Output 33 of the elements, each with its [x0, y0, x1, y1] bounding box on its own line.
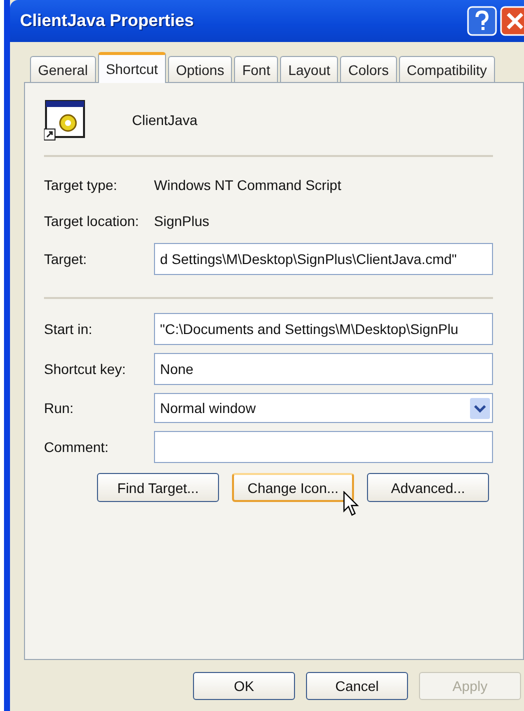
input-field[interactable]	[154, 431, 493, 463]
input-field[interactable]: None	[154, 353, 493, 385]
field-value: SignPlus	[154, 213, 210, 229]
help-icon[interactable]	[467, 6, 497, 36]
field-value: Windows NT Command Script	[154, 177, 342, 193]
field-label: Target type:	[44, 177, 118, 193]
shortcut-name: ClientJava	[132, 112, 198, 128]
close-icon[interactable]	[500, 6, 524, 36]
tab[interactable]: Layout	[280, 56, 338, 82]
cursor-icon	[343, 491, 359, 517]
field-label: Start in:	[44, 321, 94, 337]
field-label: Target location:	[44, 213, 140, 229]
chevron-down-icon[interactable]	[470, 398, 490, 418]
action-button[interactable]: Find Target...	[97, 473, 219, 502]
action-button[interactable]: Change Icon...	[232, 473, 354, 502]
program-icon	[44, 99, 86, 141]
window-title: ClientJava Properties	[20, 11, 194, 31]
dialog-button[interactable]: Cancel	[306, 672, 408, 700]
field-label: Shortcut key:	[44, 361, 127, 377]
tab[interactable]: Options	[168, 56, 232, 82]
tab[interactable]: Shortcut	[98, 52, 166, 83]
action-button[interactable]: Advanced...	[367, 473, 489, 502]
field-label: Target:	[44, 251, 88, 267]
input-field[interactable]: "C:\Documents and Settings\M\Desktop\SignPlu	[154, 313, 493, 345]
tab[interactable]: Compatibility	[398, 56, 495, 82]
field-label: Run:	[44, 400, 75, 416]
target-field[interactable]: d Settings\M\Desktop\SignPlus\ClientJava.cmd"	[154, 243, 493, 275]
tab[interactable]: Colors	[340, 56, 397, 82]
dropdown[interactable]: Normal window	[154, 393, 493, 423]
field-label: Comment:	[44, 439, 110, 455]
tab[interactable]: Font	[234, 56, 278, 82]
tab[interactable]: General	[30, 56, 96, 82]
dialog-button[interactable]: OK	[193, 672, 295, 700]
